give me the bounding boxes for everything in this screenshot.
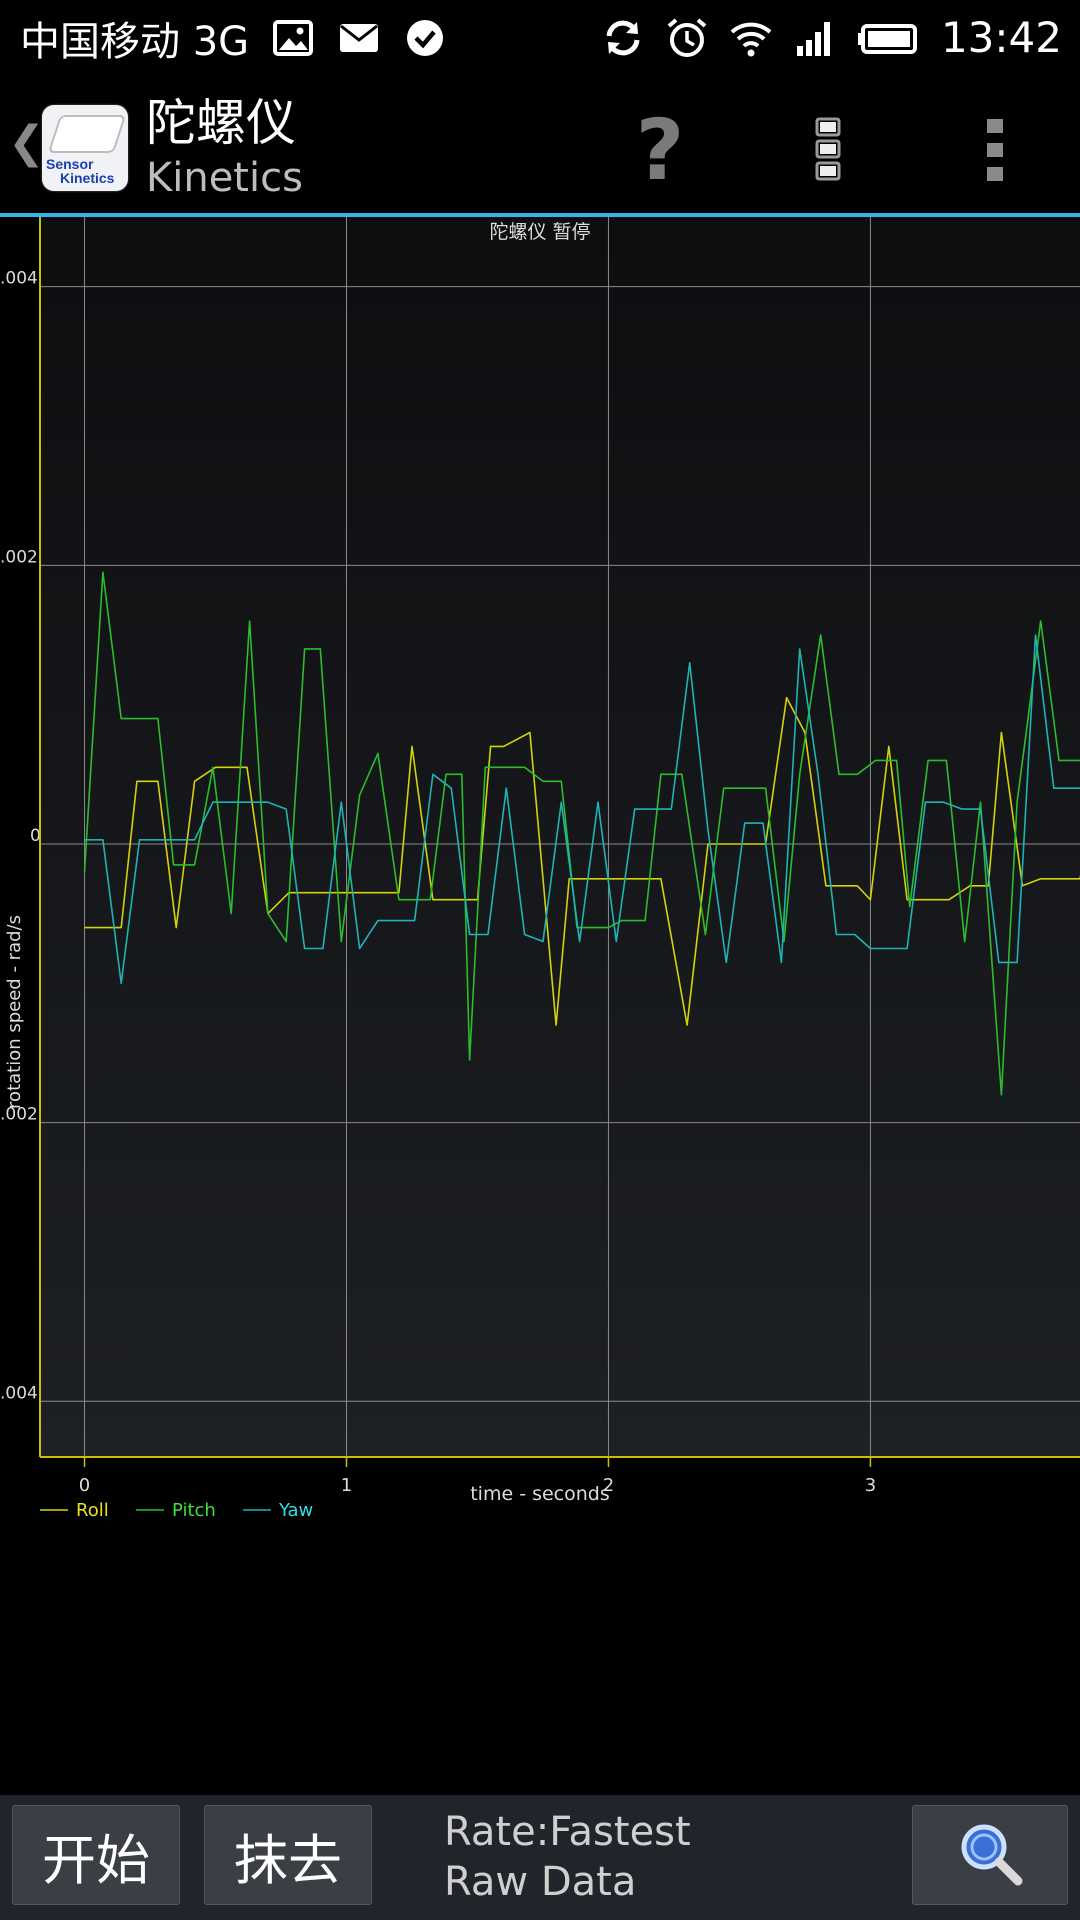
mail-icon [337, 16, 381, 60]
alarm-icon [665, 16, 709, 60]
image-icon [271, 16, 315, 60]
menu-list-icon [813, 115, 843, 185]
page-subtitle: Kinetics [146, 155, 303, 201]
y-tick-label: .004 [0, 1383, 38, 1403]
carrier-text: 中国移动 3G [20, 18, 250, 65]
app-icon[interactable]: Sensor Kinetics [42, 105, 128, 191]
overflow-menu-icon [985, 117, 1005, 183]
x-tick-label: 3 [865, 1475, 876, 1496]
action-bar: ❮ Sensor Kinetics 陀螺仪 Kinetics ? [0, 75, 1080, 215]
data-mode-text: Raw Data [444, 1859, 637, 1905]
x-axis-label: time - seconds [470, 1483, 610, 1505]
legend-label-roll: Roll [76, 1500, 109, 1517]
zoom-icon [950, 1813, 1030, 1897]
chart-svg: 0 1 2 3.004.0020.002.004 陀螺仪 暂停 rotation sp… [0, 217, 1080, 1517]
zoom-button[interactable] [912, 1805, 1068, 1905]
app-icon-text-kinetics: Kinetics [60, 170, 115, 186]
y-axis-label: rotation speed - rad/s [4, 915, 25, 1109]
rate-text: Rate:Fastest [444, 1809, 691, 1855]
check-circle-icon [403, 16, 447, 60]
title-block: 陀螺仪 Kinetics [146, 93, 303, 203]
legend-label-pitch: Pitch [172, 1500, 216, 1517]
status-bar: 中国移动 3G 13:42 [0, 0, 1080, 75]
chart-title: 陀螺仪 暂停 [489, 221, 590, 243]
status-clock: 13:42 [940, 13, 1062, 62]
status-bar-left: 中国移动 3G [20, 0, 447, 75]
back-chevron-icon[interactable]: ❮ [8, 117, 45, 168]
clear-button[interactable]: 抹去 [204, 1805, 372, 1905]
signal-icon [793, 16, 837, 60]
wifi-icon [729, 16, 773, 60]
sync-icon [601, 16, 645, 60]
chart-legend: Roll Pitch Yaw [40, 1500, 313, 1517]
legend-label-yaw: Yaw [278, 1500, 313, 1517]
y-tick-label: .004 [0, 269, 38, 289]
help-icon: ? [635, 101, 685, 199]
y-tick-label: .002 [0, 547, 38, 567]
battery-icon [857, 16, 921, 60]
phone-graphic [47, 115, 127, 153]
page-title: 陀螺仪 [146, 94, 296, 152]
overflow-menu-button[interactable] [955, 105, 1035, 195]
menu-list-button[interactable] [788, 105, 868, 195]
help-button[interactable]: ? [620, 105, 700, 195]
start-button[interactable]: 开始 [12, 1805, 180, 1905]
app-icon-text-sensor: Sensor [46, 156, 94, 172]
rate-info: Rate:Fastest Raw Data [444, 1807, 691, 1907]
x-tick-label: 0 [79, 1475, 90, 1496]
status-bar-right: 13:42 [601, 0, 1062, 75]
x-tick-label: 1 [341, 1475, 352, 1496]
bottom-bar: 开始 抹去 Rate:Fastest Raw Data [0, 1795, 1080, 1920]
gyroscope-chart[interactable]: 0 1 2 3.004.002 0.002.004 陀螺仪 暂停 rotation sp… [0, 217, 1080, 1517]
